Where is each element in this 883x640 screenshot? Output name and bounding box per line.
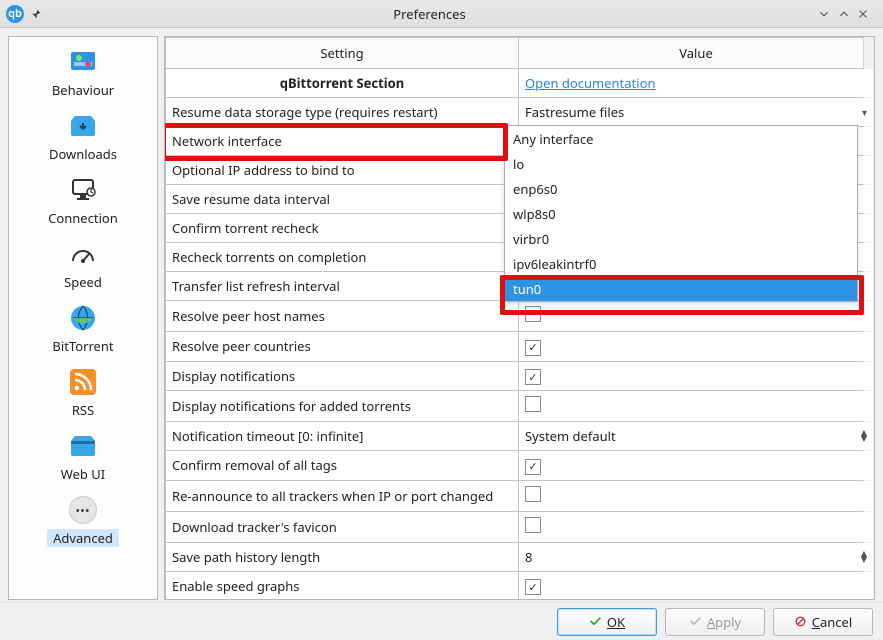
notif-timeout-spin[interactable]: System default▲▼ [519, 422, 874, 451]
iface-option-selected[interactable]: tun0 [505, 276, 857, 301]
check-icon [689, 615, 702, 628]
apply-button[interactable]: Apply [665, 608, 765, 636]
row-label: Network interface [166, 127, 519, 156]
settings-panel: Setting Value qBittorrent Section Open d… [164, 36, 875, 600]
row-label: Confirm torrent recheck [166, 214, 519, 243]
cancel-icon [794, 615, 807, 628]
cancel-button[interactable]: Cancel [773, 608, 873, 636]
favicon-check[interactable] [525, 517, 541, 533]
sidebar-item-webui[interactable]: Web UI [9, 427, 157, 491]
sidebar-item-label: BitTorrent [52, 337, 113, 355]
sidebar-item-label: Connection [48, 209, 118, 227]
speed-graphs-check[interactable]: ✓ [525, 579, 541, 595]
connection-icon [68, 175, 98, 205]
minimize-icon[interactable] [817, 7, 837, 21]
webui-icon [68, 431, 98, 461]
sidebar-item-bittorrent[interactable]: BitTorrent [9, 299, 157, 363]
row-label: Resolve peer countries [166, 332, 519, 362]
row-label: Save resume data interval [166, 185, 519, 214]
sidebar-item-label: Web UI [61, 465, 105, 483]
row-label: Display notifications [166, 361, 519, 391]
dialog-button-bar: OK Apply Cancel [0, 602, 883, 640]
bittorrent-icon [68, 303, 98, 333]
sidebar-item-behaviour[interactable]: Behaviour [9, 43, 157, 107]
sidebar-item-label: Speed [64, 273, 102, 291]
col-setting[interactable]: Setting [166, 38, 519, 69]
row-label: Notification timeout [0: infinite] [166, 422, 519, 451]
open-doc-link[interactable]: Open documentation [525, 74, 655, 92]
row-label: Confirm removal of all tags [166, 451, 519, 481]
sidebar-item-label: Behaviour [52, 81, 114, 99]
row-label: Transfer list refresh interval [166, 272, 519, 301]
app-icon: qb [6, 5, 24, 23]
sidebar-item-label: Downloads [49, 145, 117, 163]
section-title: qBittorrent Section [166, 69, 519, 98]
display-notif-check[interactable]: ✓ [525, 369, 541, 385]
sidebar-item-connection[interactable]: Connection [9, 171, 157, 235]
confirm-tags-check[interactable]: ✓ [525, 459, 541, 475]
display-notif-added-check[interactable] [525, 396, 541, 412]
chevron-down-icon: ▾ [862, 105, 867, 119]
row-label: Recheck torrents on completion [166, 243, 519, 272]
iface-option[interactable]: lo [505, 151, 857, 176]
row-label: Download tracker's favicon [166, 511, 519, 542]
rss-icon [68, 367, 98, 397]
sidebar-item-rss[interactable]: RSS [9, 363, 157, 427]
iface-option[interactable]: enp6s0 [505, 176, 857, 201]
spin-arrows-icon: ▲▼ [861, 551, 867, 563]
row-label: Resume data storage type (requires resta… [166, 98, 519, 127]
advanced-icon: ••• [68, 495, 98, 525]
sidebar-item-downloads[interactable]: Downloads [9, 107, 157, 171]
sidebar-item-label: RSS [72, 401, 94, 419]
row-label: Save path history length [166, 542, 519, 571]
row-label: Re-announce to all trackers when IP or p… [166, 480, 519, 511]
network-interface-dropdown[interactable]: Any interface lo enp6s0 wlp8s0 virbr0 ip… [504, 125, 858, 302]
behaviour-icon [68, 47, 98, 77]
pin-icon[interactable] [30, 8, 42, 20]
reannounce-check[interactable] [525, 486, 541, 502]
close-icon[interactable] [857, 8, 877, 20]
col-value[interactable]: Value [519, 38, 874, 69]
sidebar-item-speed[interactable]: Speed [9, 235, 157, 299]
resolve-host-check[interactable] [525, 306, 541, 322]
iface-option[interactable]: wlp8s0 [505, 201, 857, 226]
sidebar-item-advanced[interactable]: ••• Advanced [9, 491, 157, 555]
settings-table: Setting Value qBittorrent Section Open d… [165, 37, 874, 600]
titlebar: qb Preferences [0, 0, 883, 28]
save-path-hist-spin[interactable]: 8▲▼ [519, 542, 874, 571]
iface-option[interactable]: Any interface [505, 126, 857, 151]
spin-arrows-icon: ▲▼ [861, 430, 867, 442]
row-label: Display notifications for added torrents [166, 391, 519, 422]
iface-option[interactable]: ipv6leakintrf0 [505, 251, 857, 276]
check-icon [589, 615, 602, 628]
ok-button[interactable]: OK [557, 608, 657, 636]
speed-icon [68, 239, 98, 269]
downloads-icon [68, 111, 98, 141]
row-label: Resolve peer host names [166, 301, 519, 332]
category-sidebar: Behaviour Downloads Connection Speed Bit [8, 36, 158, 600]
window-title: Preferences [42, 5, 817, 23]
sidebar-item-label: Advanced [47, 529, 119, 547]
row-label: Enable speed graphs [166, 571, 519, 600]
resume-storage-combo[interactable]: Fastresume files▾ [519, 98, 874, 127]
iface-option[interactable]: virbr0 [505, 226, 857, 251]
maximize-icon[interactable] [837, 7, 857, 21]
row-label: Optional IP address to bind to [166, 156, 519, 185]
resolve-country-check[interactable]: ✓ [525, 340, 541, 356]
